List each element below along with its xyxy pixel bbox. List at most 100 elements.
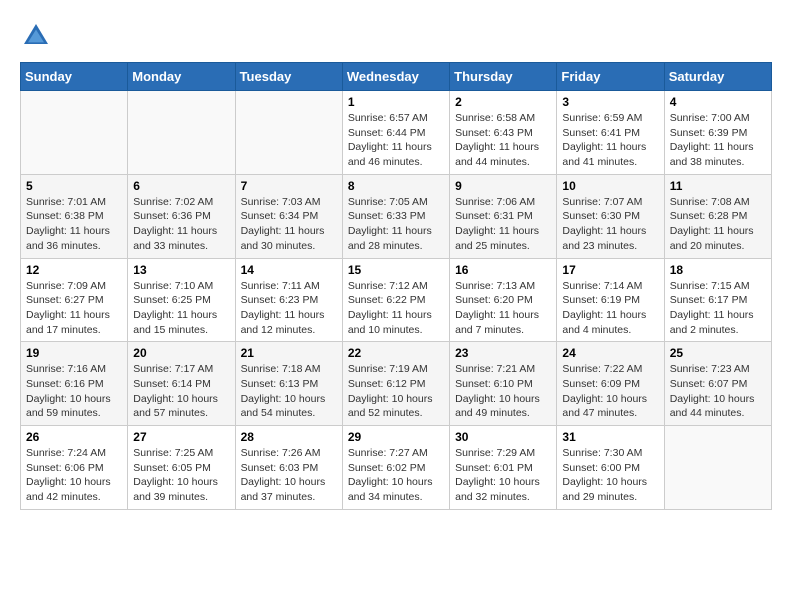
day-info: Sunrise: 7:29 AM Sunset: 6:01 PM Dayligh…	[455, 446, 551, 505]
day-info: Sunrise: 7:00 AM Sunset: 6:39 PM Dayligh…	[670, 111, 766, 170]
day-info: Sunrise: 6:59 AM Sunset: 6:41 PM Dayligh…	[562, 111, 658, 170]
calendar-cell: 29 Sunrise: 7:27 AM Sunset: 6:02 PM Dayli…	[342, 426, 449, 510]
day-info: Sunrise: 7:02 AM Sunset: 6:36 PM Dayligh…	[133, 195, 229, 254]
day-number: 17	[562, 263, 658, 277]
day-info: Sunrise: 7:30 AM Sunset: 6:00 PM Dayligh…	[562, 446, 658, 505]
calendar-cell: 27Sunrise: 7:25 AM Sunset: 6:05 PM Dayli…	[128, 426, 235, 510]
day-number: 20	[133, 346, 229, 360]
days-header-row: SundayMondayTuesdayWednesdayThursdayFrid…	[21, 63, 772, 91]
day-number: 30	[455, 430, 551, 444]
day-info: Sunrise: 7:06 AM Sunset: 6:31 PM Dayligh…	[455, 195, 551, 254]
day-info: Sunrise: 7:10 AM Sunset: 6:25 PM Dayligh…	[133, 279, 229, 338]
calendar-cell: 13 Sunrise: 7:10 AM Sunset: 6:25 PM Dayli…	[128, 258, 235, 342]
day-info: Sunrise: 7:18 AM Sunset: 6:13 PM Dayligh…	[241, 362, 337, 421]
calendar-table: SundayMondayTuesdayWednesdayThursdayFrid…	[20, 62, 772, 510]
calendar-cell: 11 Sunrise: 7:08 AM Sunset: 6:28 PM Dayli…	[664, 174, 771, 258]
day-info: Sunrise: 7:26 AM Sunset: 6:03 PM Dayligh…	[241, 446, 337, 505]
day-number: 28	[241, 430, 337, 444]
day-info: Sunrise: 7:14 AM Sunset: 6:19 PM Dayligh…	[562, 279, 658, 338]
calendar-cell: 17 Sunrise: 7:14 AM Sunset: 6:19 PM Dayli…	[557, 258, 664, 342]
day-info: Sunrise: 7:21 AM Sunset: 6:10 PM Dayligh…	[455, 362, 551, 421]
logo-icon	[20, 20, 52, 52]
calendar-cell: 14 Sunrise: 7:11 AM Sunset: 6:23 PM Dayli…	[235, 258, 342, 342]
calendar-cell: 1 Sunrise: 6:57 AM Sunset: 6:44 PM Daylig…	[342, 91, 449, 175]
day-number: 2	[455, 95, 551, 109]
day-info: Sunrise: 7:05 AM Sunset: 6:33 PM Dayligh…	[348, 195, 444, 254]
day-header-thursday: Thursday	[450, 63, 557, 91]
day-info: Sunrise: 7:24 AM Sunset: 6:06 PM Dayligh…	[26, 446, 122, 505]
calendar-cell: 2 Sunrise: 6:58 AM Sunset: 6:43 PM Daylig…	[450, 91, 557, 175]
day-number: 31	[562, 430, 658, 444]
day-info: Sunrise: 7:27 AM Sunset: 6:02 PM Dayligh…	[348, 446, 444, 505]
calendar-cell: 8 Sunrise: 7:05 AM Sunset: 6:33 PM Daylig…	[342, 174, 449, 258]
day-info: Sunrise: 6:58 AM Sunset: 6:43 PM Dayligh…	[455, 111, 551, 170]
day-info: Sunrise: 7:13 AM Sunset: 6:20 PM Dayligh…	[455, 279, 551, 338]
calendar-cell: 22 Sunrise: 7:19 AM Sunset: 6:12 PM Dayli…	[342, 342, 449, 426]
day-number: 5	[26, 179, 122, 193]
day-info: Sunrise: 7:19 AM Sunset: 6:12 PM Dayligh…	[348, 362, 444, 421]
day-number: 22	[348, 346, 444, 360]
day-info: Sunrise: 7:07 AM Sunset: 6:30 PM Dayligh…	[562, 195, 658, 254]
day-number: 16	[455, 263, 551, 277]
day-number: 7	[241, 179, 337, 193]
day-number: 3	[562, 95, 658, 109]
day-number: 18	[670, 263, 766, 277]
calendar-cell: 3 Sunrise: 6:59 AM Sunset: 6:41 PM Daylig…	[557, 91, 664, 175]
calendar-cell	[664, 426, 771, 510]
day-number: 4	[670, 95, 766, 109]
calendar-cell	[128, 91, 235, 175]
calendar-cell	[21, 91, 128, 175]
calendar-cell: 26Sunrise: 7:24 AM Sunset: 6:06 PM Dayli…	[21, 426, 128, 510]
day-number: 10	[562, 179, 658, 193]
logo	[20, 20, 56, 52]
calendar-week-4: 19Sunrise: 7:16 AM Sunset: 6:16 PM Dayli…	[21, 342, 772, 426]
calendar-cell: 10 Sunrise: 7:07 AM Sunset: 6:30 PM Dayli…	[557, 174, 664, 258]
day-info: Sunrise: 7:03 AM Sunset: 6:34 PM Dayligh…	[241, 195, 337, 254]
day-number: 29	[348, 430, 444, 444]
day-number: 8	[348, 179, 444, 193]
calendar-cell: 5 Sunrise: 7:01 AM Sunset: 6:38 PM Daylig…	[21, 174, 128, 258]
calendar-week-5: 26Sunrise: 7:24 AM Sunset: 6:06 PM Dayli…	[21, 426, 772, 510]
day-header-friday: Friday	[557, 63, 664, 91]
day-info: Sunrise: 7:11 AM Sunset: 6:23 PM Dayligh…	[241, 279, 337, 338]
calendar-cell: 28 Sunrise: 7:26 AM Sunset: 6:03 PM Dayli…	[235, 426, 342, 510]
calendar-cell: 31 Sunrise: 7:30 AM Sunset: 6:00 PM Dayli…	[557, 426, 664, 510]
calendar-cell: 4 Sunrise: 7:00 AM Sunset: 6:39 PM Daylig…	[664, 91, 771, 175]
calendar-cell	[235, 91, 342, 175]
day-info: Sunrise: 7:22 AM Sunset: 6:09 PM Dayligh…	[562, 362, 658, 421]
day-info: Sunrise: 6:57 AM Sunset: 6:44 PM Dayligh…	[348, 111, 444, 170]
calendar-cell: 30 Sunrise: 7:29 AM Sunset: 6:01 PM Dayli…	[450, 426, 557, 510]
day-header-tuesday: Tuesday	[235, 63, 342, 91]
day-info: Sunrise: 7:25 AM Sunset: 6:05 PM Dayligh…	[133, 446, 229, 505]
day-number: 14	[241, 263, 337, 277]
day-header-sunday: Sunday	[21, 63, 128, 91]
day-header-wednesday: Wednesday	[342, 63, 449, 91]
day-number: 12	[26, 263, 122, 277]
calendar-cell: 6Sunrise: 7:02 AM Sunset: 6:36 PM Daylig…	[128, 174, 235, 258]
calendar-cell: 15 Sunrise: 7:12 AM Sunset: 6:22 PM Dayli…	[342, 258, 449, 342]
calendar-cell: 21 Sunrise: 7:18 AM Sunset: 6:13 PM Dayli…	[235, 342, 342, 426]
calendar-cell: 19Sunrise: 7:16 AM Sunset: 6:16 PM Dayli…	[21, 342, 128, 426]
calendar-cell: 25Sunrise: 7:23 AM Sunset: 6:07 PM Dayli…	[664, 342, 771, 426]
day-number: 9	[455, 179, 551, 193]
day-info: Sunrise: 7:08 AM Sunset: 6:28 PM Dayligh…	[670, 195, 766, 254]
day-number: 1	[348, 95, 444, 109]
calendar-week-3: 12Sunrise: 7:09 AM Sunset: 6:27 PM Dayli…	[21, 258, 772, 342]
day-info: Sunrise: 7:01 AM Sunset: 6:38 PM Dayligh…	[26, 195, 122, 254]
calendar-cell: 7 Sunrise: 7:03 AM Sunset: 6:34 PM Daylig…	[235, 174, 342, 258]
calendar-cell: 18Sunrise: 7:15 AM Sunset: 6:17 PM Dayli…	[664, 258, 771, 342]
day-number: 25	[670, 346, 766, 360]
day-number: 23	[455, 346, 551, 360]
day-number: 21	[241, 346, 337, 360]
calendar-cell: 20 Sunrise: 7:17 AM Sunset: 6:14 PM Dayli…	[128, 342, 235, 426]
page-header	[20, 20, 772, 52]
day-number: 11	[670, 179, 766, 193]
calendar-cell: 16 Sunrise: 7:13 AM Sunset: 6:20 PM Dayli…	[450, 258, 557, 342]
calendar-cell: 23 Sunrise: 7:21 AM Sunset: 6:10 PM Dayli…	[450, 342, 557, 426]
day-number: 13	[133, 263, 229, 277]
day-info: Sunrise: 7:16 AM Sunset: 6:16 PM Dayligh…	[26, 362, 122, 421]
calendar-cell: 9 Sunrise: 7:06 AM Sunset: 6:31 PM Daylig…	[450, 174, 557, 258]
day-info: Sunrise: 7:12 AM Sunset: 6:22 PM Dayligh…	[348, 279, 444, 338]
day-info: Sunrise: 7:17 AM Sunset: 6:14 PM Dayligh…	[133, 362, 229, 421]
day-number: 15	[348, 263, 444, 277]
